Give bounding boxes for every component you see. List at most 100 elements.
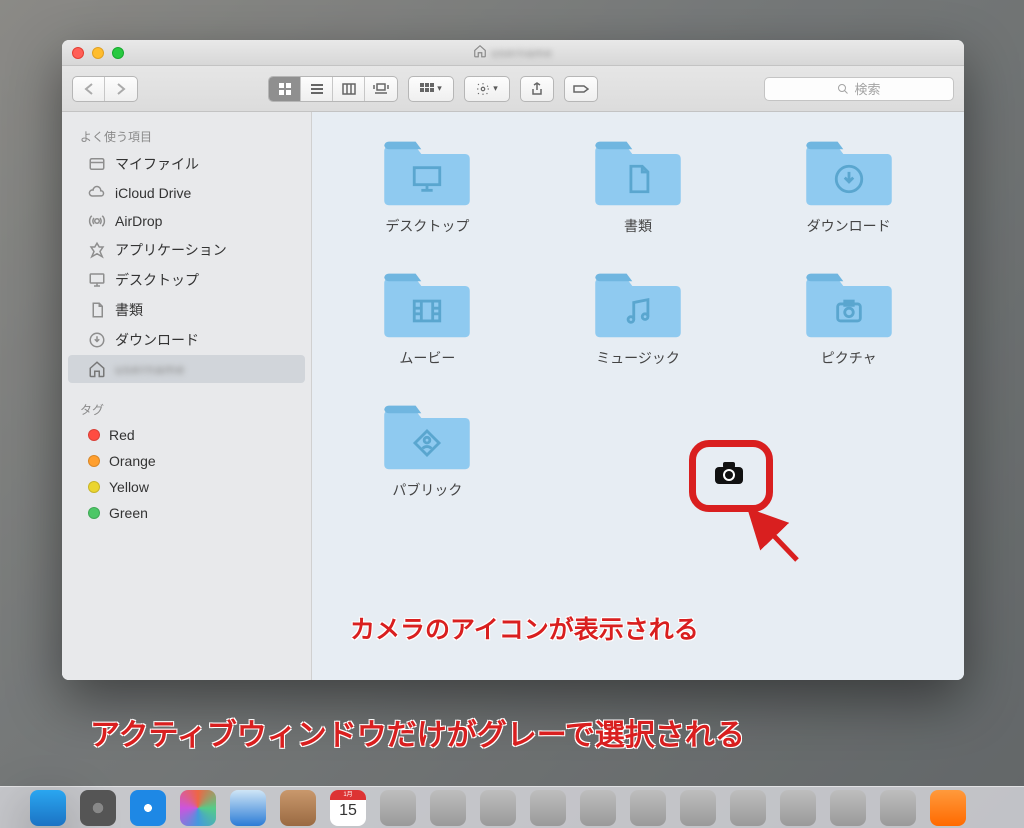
tag-dot-orange [88,455,100,467]
back-button[interactable] [73,77,105,101]
sidebar-icloud[interactable]: iCloud Drive [68,179,305,207]
search-placeholder: 検索 [854,79,880,98]
tag-orange[interactable]: Orange [68,448,305,474]
folder-label: パブリック [392,480,462,500]
applications-icon [88,241,106,259]
dock-contacts[interactable] [280,790,316,826]
folder-download[interactable]: ダウンロード [749,134,949,236]
dock-app[interactable] [480,790,516,826]
sidebar-airdrop[interactable]: AirDrop [68,207,305,235]
folder-icon [379,398,475,474]
dock-calendar[interactable]: 1月 15 [330,790,366,826]
sidebar-item-label: Red [109,427,135,443]
sidebar-applications[interactable]: アプリケーション [68,235,305,265]
folder-icon [590,134,686,210]
tags-button[interactable] [564,76,598,102]
file-grid-area[interactable]: デスクトップ 書類 ダウンロードムービー ミュージック ピクチャパブリック [312,112,964,680]
dock-dashboard[interactable] [180,790,216,826]
tag-dot-green [88,507,100,519]
sidebar-item-label: 書類 [115,300,143,320]
dock-app[interactable] [530,790,566,826]
folder-label: ムービー [399,348,455,368]
dock-finder[interactable] [30,790,66,826]
coverflow-view-button[interactable] [365,77,397,101]
icon-view-button[interactable] [269,77,301,101]
list-view-button[interactable] [301,77,333,101]
tag-dot-red [88,429,100,441]
sidebar-item-label: Green [109,505,148,521]
sidebar: よく使う項目 マイファイル iCloud Drive AirDrop アプリケー… [62,112,312,680]
home-icon [88,360,106,378]
sidebar-item-label: アプリケーション [115,240,227,260]
dock-app[interactable] [780,790,816,826]
sidebar-item-label: Orange [109,453,156,469]
folder-desktop[interactable]: デスクトップ [327,134,527,236]
sidebar-item-label: Yellow [109,479,149,495]
folder-music[interactable]: ミュージック [538,266,738,368]
folder-label: 書類 [624,216,652,236]
dock-safari[interactable] [130,790,166,826]
calendar-day: 15 [339,800,357,822]
dock-app[interactable] [430,790,466,826]
titlebar[interactable]: username [62,40,964,66]
folder-icon [801,134,897,210]
annotation-arrow [742,505,812,575]
column-view-button[interactable] [333,77,365,101]
tag-green[interactable]: Green [68,500,305,526]
calendar-month: 1月 [330,790,366,800]
sidebar-item-label: username [115,361,185,377]
toolbar: ▾ ▾ 検索 [62,66,964,112]
finder-window[interactable]: username [62,40,964,680]
folder-public[interactable]: パブリック [327,398,527,500]
dock-app[interactable] [880,790,916,826]
sidebar-downloads[interactable]: ダウンロード [68,325,305,355]
annotation-camera-text: カメラのアイコンが表示される [350,610,699,646]
search-icon [837,83,849,95]
annotation-active-window-text: アクティブウィンドウだけがグレーで選択される [90,710,745,754]
folder-picture[interactable]: ピクチャ [749,266,949,368]
folder-icon [379,134,475,210]
sidebar-home[interactable]: username [68,355,305,383]
folder-icon [801,266,897,342]
forward-button[interactable] [105,77,137,101]
folder-label: ミュージック [596,348,680,368]
sidebar-tags-header: タグ [68,395,305,422]
action-button[interactable]: ▾ [464,76,510,102]
folder-label: デスクトップ [385,216,469,236]
dock-app[interactable] [630,790,666,826]
home-icon [473,44,487,61]
dock-app[interactable] [380,790,416,826]
cloud-icon [88,184,106,202]
window-title: username [62,44,964,61]
folder-label: ダウンロード [807,216,891,236]
tag-red[interactable]: Red [68,422,305,448]
sidebar-item-label: AirDrop [115,213,162,229]
sidebar-documents[interactable]: 書類 [68,295,305,325]
sidebar-myfiles[interactable]: マイファイル [68,149,305,179]
arrange-button[interactable]: ▾ [408,76,454,102]
sidebar-item-label: iCloud Drive [115,185,191,201]
sidebar-item-label: デスクトップ [115,270,199,290]
share-button[interactable] [520,76,554,102]
dock-app[interactable] [680,790,716,826]
sidebar-desktop[interactable]: デスクトップ [68,265,305,295]
folder-icon [590,266,686,342]
myfiles-icon [88,155,106,173]
dock-app[interactable] [930,790,966,826]
dock-app[interactable] [730,790,766,826]
downloads-icon [88,331,106,349]
search-field[interactable]: 検索 [764,77,954,101]
dock-mail[interactable] [230,790,266,826]
view-mode-group [268,76,398,102]
dock-launchpad[interactable] [80,790,116,826]
dock[interactable]: 1月 15 [0,786,1024,828]
documents-icon [88,301,106,319]
tag-yellow[interactable]: Yellow [68,474,305,500]
dock-app[interactable] [830,790,866,826]
desktop-icon [88,271,106,289]
dock-app[interactable] [580,790,616,826]
folder-movie[interactable]: ムービー [327,266,527,368]
airdrop-icon [88,212,106,230]
folder-doc[interactable]: 書類 [538,134,738,236]
folder-icon [379,266,475,342]
